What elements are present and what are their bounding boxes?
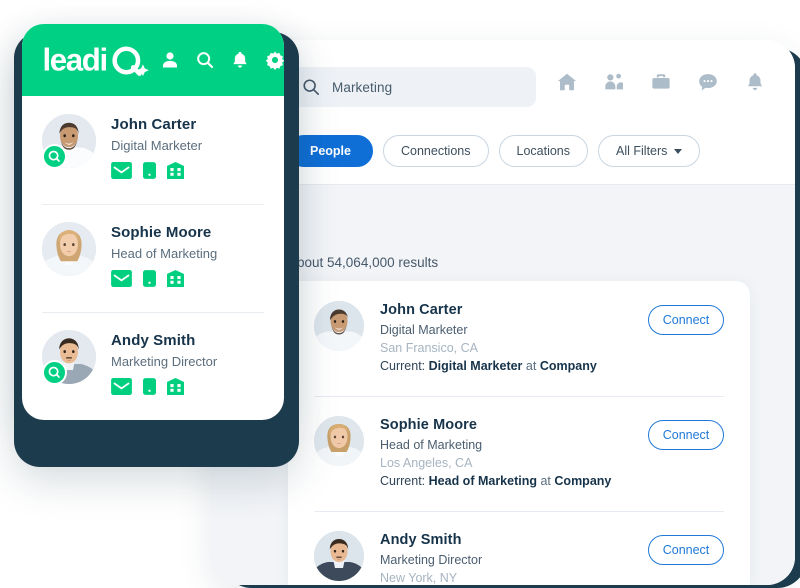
filter-pills: People Connections Locations All Filters bbox=[288, 135, 701, 167]
result-at-word: at bbox=[525, 359, 537, 373]
result-company: Company bbox=[539, 359, 597, 373]
main-nav-icons bbox=[556, 71, 766, 93]
table-row[interactable]: Andy Smith Marketing Director New York, … bbox=[288, 511, 750, 585]
contact-info: Sophie Moore Head of Marketing bbox=[111, 222, 217, 312]
leadiq-badge-icon bbox=[42, 360, 67, 385]
result-location: Los Angeles, CA bbox=[380, 456, 473, 470]
contact-actions bbox=[111, 378, 217, 395]
building-icon[interactable] bbox=[167, 162, 184, 179]
results-card: John Carter Digital Marketer San Fransic… bbox=[288, 281, 750, 585]
result-current-prefix: Current: bbox=[380, 359, 426, 373]
contact-title: Marketing Director bbox=[111, 354, 218, 369]
search-row: Marketing bbox=[288, 67, 778, 109]
contact-actions bbox=[111, 162, 202, 179]
email-icon[interactable] bbox=[111, 378, 132, 395]
filter-pill-connections-label: Connections bbox=[401, 144, 471, 158]
search-icon[interactable] bbox=[195, 50, 215, 70]
chevron-down-icon bbox=[674, 148, 683, 154]
email-icon[interactable] bbox=[111, 270, 132, 287]
contact-info: John Carter Digital Marketer bbox=[111, 114, 202, 204]
phone-icon[interactable] bbox=[143, 378, 156, 395]
contact-actions bbox=[111, 270, 217, 287]
chat-icon[interactable] bbox=[697, 71, 719, 93]
connect-button[interactable]: Connect bbox=[648, 420, 724, 450]
avatar bbox=[314, 416, 364, 466]
avatar bbox=[314, 301, 364, 351]
result-current-role: Digital Marketer bbox=[428, 359, 523, 373]
list-item[interactable]: John Carter Digital Marketer bbox=[22, 96, 284, 204]
list-item[interactable]: Andy Smith Marketing Director bbox=[22, 312, 284, 420]
avatar bbox=[42, 222, 96, 276]
contact-title: Head of Marketing bbox=[111, 246, 218, 261]
avatar bbox=[314, 531, 364, 581]
table-row[interactable]: Sophie Moore Head of Marketing Los Angel… bbox=[288, 396, 750, 511]
contact-info: Andy Smith Marketing Director bbox=[111, 330, 217, 420]
result-company: Company bbox=[554, 474, 612, 488]
result-current: Current: Digital Marketer at Company bbox=[380, 359, 724, 373]
result-current: Current: Head of Marketing at Company bbox=[380, 474, 724, 488]
search-value: Marketing bbox=[332, 79, 393, 95]
filter-pill-connections[interactable]: Connections bbox=[383, 135, 489, 167]
building-icon[interactable] bbox=[167, 270, 184, 287]
table-row[interactable]: John Carter Digital Marketer San Fransic… bbox=[288, 281, 750, 396]
result-at-word: at bbox=[540, 474, 551, 488]
contact-name: John Carter bbox=[111, 116, 197, 133]
avatar-wrap bbox=[42, 114, 96, 169]
leadiq-panel: leadi John Carter Digital Marketer Sophi… bbox=[22, 24, 284, 420]
filter-pill-all-filters-label: All Filters bbox=[616, 144, 668, 158]
connect-button[interactable]: Connect bbox=[648, 535, 724, 565]
email-icon[interactable] bbox=[111, 162, 132, 179]
bell-icon[interactable] bbox=[230, 50, 250, 70]
result-location: San Fransico, CA bbox=[380, 341, 478, 355]
home-icon[interactable] bbox=[556, 71, 578, 93]
result-location: New York, NY bbox=[380, 571, 458, 585]
result-current-role: Head of Marketing bbox=[428, 474, 537, 488]
bell-icon[interactable] bbox=[744, 71, 766, 93]
leadiq-badge-icon bbox=[42, 144, 67, 169]
filter-pill-people[interactable]: People bbox=[288, 135, 373, 167]
search-input[interactable]: Marketing bbox=[288, 67, 536, 107]
svg-text:leadi: leadi bbox=[43, 42, 107, 77]
screenshot-stage: Marketing People Connections Locations A… bbox=[0, 0, 800, 588]
gear-icon[interactable] bbox=[265, 50, 284, 70]
results-count: About 54,064,000 results bbox=[288, 255, 439, 270]
leadiq-logo: leadi bbox=[42, 41, 160, 80]
briefcase-icon[interactable] bbox=[650, 71, 672, 93]
contact-name: Andy Smith bbox=[111, 332, 196, 349]
filter-pill-all-filters[interactable]: All Filters bbox=[598, 135, 701, 167]
phone-icon[interactable] bbox=[143, 162, 156, 179]
filter-pill-locations[interactable]: Locations bbox=[498, 135, 589, 167]
avatar-wrap bbox=[42, 330, 96, 385]
people-icon[interactable] bbox=[603, 71, 625, 93]
contact-name: Sophie Moore bbox=[111, 224, 212, 241]
result-current-prefix: Current: bbox=[380, 474, 426, 488]
connect-button[interactable]: Connect bbox=[648, 305, 724, 335]
panel-header-icons bbox=[160, 50, 284, 70]
filter-pill-people-label: People bbox=[310, 144, 351, 158]
avatar-wrap bbox=[42, 222, 96, 276]
panel-header: leadi bbox=[22, 24, 284, 96]
leadiq-logo-mark: leadi bbox=[43, 42, 149, 77]
building-icon[interactable] bbox=[167, 378, 184, 395]
search-icon bbox=[302, 78, 320, 96]
person-icon[interactable] bbox=[160, 50, 180, 70]
contact-title: Digital Marketer bbox=[111, 138, 203, 153]
filter-pill-locations-label: Locations bbox=[516, 144, 571, 158]
list-item[interactable]: Sophie Moore Head of Marketing bbox=[22, 204, 284, 312]
phone-icon[interactable] bbox=[143, 270, 156, 287]
